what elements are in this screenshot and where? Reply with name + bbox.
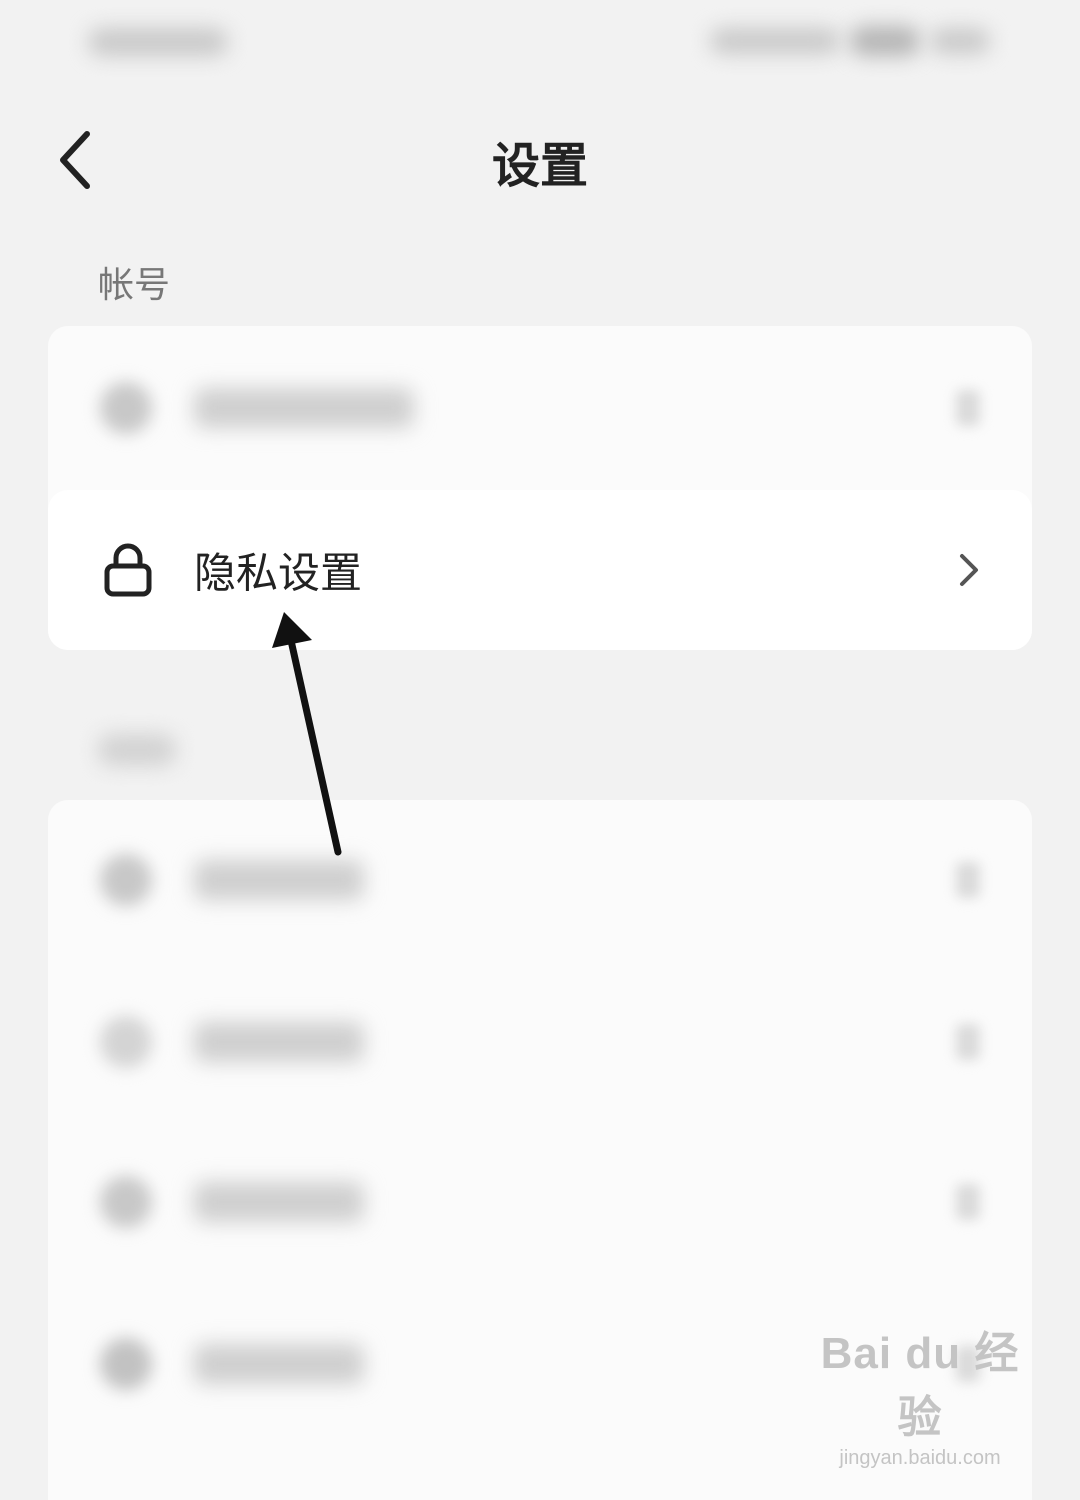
baidu-jingyan-watermark: Bai du 经验 jingyan.baidu.com xyxy=(820,1317,1020,1470)
settings-row-icon xyxy=(100,854,152,906)
chevron-right-icon xyxy=(954,550,984,590)
chevron-right-icon xyxy=(956,862,980,898)
settings-row-label-blurred xyxy=(194,1182,364,1222)
watermark-brand: Bai du 经验 xyxy=(820,1329,1020,1442)
settings-row-icon xyxy=(100,1016,152,1068)
settings-row-label-blurred xyxy=(194,1344,364,1384)
settings-row-icon xyxy=(100,1176,152,1228)
settings-row-label-blurred xyxy=(194,1022,364,1062)
section-label-account: 帐号 xyxy=(98,265,171,306)
settings-row-icon xyxy=(100,1338,152,1390)
settings-row-account[interactable] xyxy=(48,328,1032,488)
watermark-url: jingyan.baidu.com xyxy=(839,1447,1001,1469)
page-title: 设置 xyxy=(491,138,588,194)
chevron-right-icon xyxy=(956,390,980,426)
settings-row[interactable] xyxy=(48,800,1032,960)
settings-row-label: 隐私设置 xyxy=(194,548,363,598)
settings-row[interactable] xyxy=(48,962,1032,1122)
settings-row-label-blurred xyxy=(194,388,414,428)
section-label-blurred xyxy=(98,734,176,766)
chevron-right-icon xyxy=(956,1024,980,1060)
settings-row[interactable] xyxy=(48,1122,1032,1282)
account-settings-card: 隐私设置 xyxy=(48,326,1032,650)
chevron-right-icon xyxy=(956,1184,980,1220)
settings-row-privacy[interactable]: 隐私设置 xyxy=(48,490,1032,650)
settings-screen: 设置 帐号 隐私设置 Bai du 经验 jingyan.baidu.com xyxy=(0,0,1080,1500)
person-icon xyxy=(100,382,152,434)
status-bar xyxy=(0,0,1080,90)
lock-icon xyxy=(100,542,156,598)
settings-row-label-blurred xyxy=(194,860,364,900)
